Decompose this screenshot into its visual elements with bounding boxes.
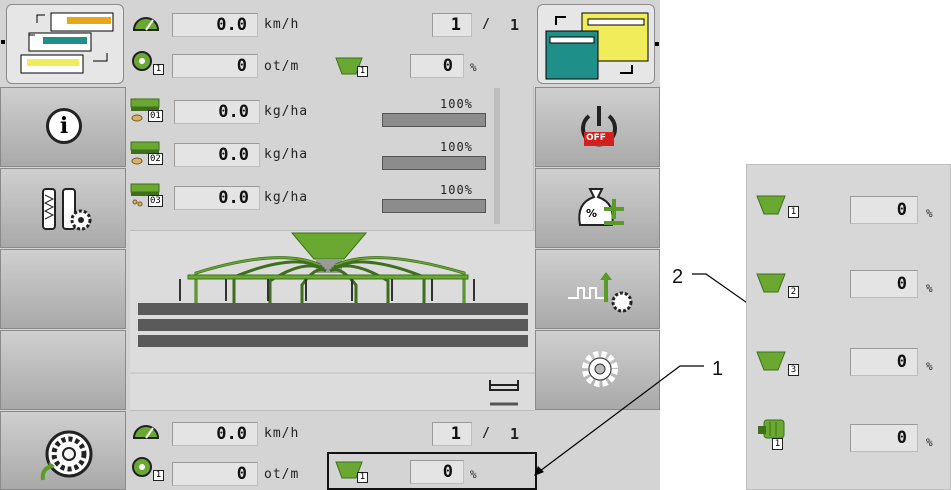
bottom-rpm-index: 1: [153, 470, 164, 481]
rate-row-3-index: 03: [148, 195, 163, 207]
rate-row-1-percent: 100%: [440, 97, 473, 111]
bottom-counter-separator: /: [482, 426, 491, 441]
bottom-counter-b: 1: [510, 425, 521, 443]
rate-row-1-bar-fill: [383, 114, 485, 126]
rate-row-3-value: 0.0: [174, 186, 260, 210]
counter-a: 1: [432, 13, 472, 37]
rate-row-1-unit: kg/ha: [264, 104, 309, 119]
empty-left-button-2[interactable]: [0, 330, 126, 410]
counter-separator: /: [482, 17, 491, 32]
rate-row-2-bar-fill: [383, 157, 485, 169]
power-off-button[interactable]: OFF: [535, 87, 660, 167]
panel-row-1-value: 0: [850, 196, 918, 224]
rate-row-2-bar: [382, 156, 486, 170]
rate-row-1-bar: [382, 113, 486, 127]
bottom-rpm-value: 0: [172, 462, 258, 486]
panel-row-3-unit: %: [926, 360, 934, 373]
off-label: OFF: [586, 133, 606, 143]
rpm-icon: [132, 51, 152, 71]
page-right-arrow-icon: [655, 42, 659, 46]
hopper-icon: [756, 195, 786, 215]
bottom-speed-value: 0.0: [172, 422, 258, 446]
counter-b: 1: [510, 16, 521, 34]
panel-row-4-index: 1: [772, 438, 783, 450]
speedometer-icon: [132, 425, 160, 439]
panel-row-2-index: 2: [788, 286, 799, 298]
speedometer-icon: [132, 17, 160, 31]
panel-row-4-value: 0: [850, 424, 918, 452]
hitch-icon: [489, 380, 519, 406]
hopper-index: 1: [357, 66, 368, 77]
metering-wheel-button[interactable]: [0, 411, 126, 490]
speed-unit: km/h: [264, 17, 300, 32]
rate-row-2-value: 0.0: [174, 143, 260, 167]
rate-row-2-unit: kg/ha: [264, 147, 309, 162]
section-view-icon: [545, 12, 649, 80]
bottom-rpm-unit: ot/m: [264, 467, 300, 482]
rpm-unit: ot/m: [264, 59, 300, 74]
seed-drill-diagram: [130, 232, 535, 374]
rate-row-1-index: 01: [148, 110, 163, 122]
bottom-hopper-index: 1: [357, 472, 368, 483]
hopper-level-value: 0: [410, 54, 464, 78]
info-button[interactable]: i: [0, 87, 126, 167]
wheel-settings-button[interactable]: [0, 168, 126, 248]
hopper-level-unit: %: [470, 61, 478, 74]
panel-row-1-index: 1: [788, 206, 799, 218]
rpm-index: 1: [153, 64, 164, 75]
screen-layout-icon: [20, 12, 114, 74]
rate-row-2-index: 02: [148, 153, 163, 165]
panel-row-3-index: 3: [788, 364, 799, 376]
rate-row-3-unit: kg/ha: [264, 190, 309, 205]
rate-row-3-bar: [382, 199, 486, 213]
panel-row-2-unit: %: [926, 282, 934, 295]
rate-row-2-percent: 100%: [440, 140, 473, 154]
rate-row-1-value: 0.0: [174, 100, 260, 124]
panel-row-4-unit: %: [926, 436, 934, 449]
page-left-arrow-icon: [1, 40, 5, 44]
rate-scrollbar[interactable]: [494, 88, 500, 224]
rpm-icon: [132, 457, 152, 477]
panel-row-3-value: 0: [850, 348, 918, 376]
power-off-icon: [581, 106, 617, 147]
rate-row-3-percent: 100%: [440, 183, 473, 197]
bottom-hopper-value: 0: [410, 460, 464, 484]
hopper-icon: [756, 351, 786, 371]
wheel-gear-icon: [42, 188, 92, 231]
info-icon: i: [46, 108, 82, 144]
empty-left-button-1[interactable]: [0, 249, 126, 329]
percent-label: %: [586, 207, 598, 220]
layout-switch-button[interactable]: [6, 4, 124, 84]
rate-row-3-bar-fill: [383, 200, 485, 212]
metering-wheel-icon: [40, 430, 93, 481]
bottom-speed-unit: km/h: [264, 426, 300, 441]
panel-row-2-value: 0: [850, 270, 918, 298]
panel-row-1-unit: %: [926, 207, 934, 220]
machine-view: [130, 230, 535, 410]
seed-bag-plus-minus-icon: [578, 188, 624, 226]
rpm-value: 0: [172, 54, 258, 78]
section-view-button[interactable]: [537, 4, 655, 84]
speed-value: 0.0: [172, 13, 258, 37]
hopper-icon: [756, 273, 786, 293]
rate-adjust-button[interactable]: %: [535, 168, 660, 248]
bottom-hopper-unit: %: [470, 468, 478, 481]
bottom-counter-a: 1: [432, 422, 472, 446]
